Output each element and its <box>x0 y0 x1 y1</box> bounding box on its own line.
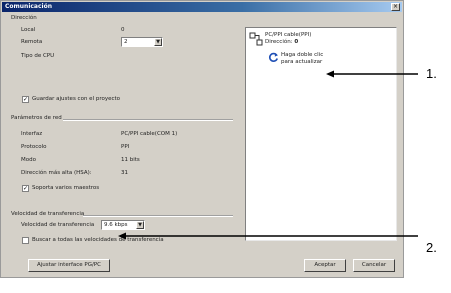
annotation-arrows <box>118 70 418 240</box>
callout-2-label: 2. <box>426 240 437 255</box>
callout-2-arrowhead <box>118 232 126 240</box>
callout-1-arrowhead <box>326 70 334 78</box>
callout-1-label: 1. <box>426 66 437 81</box>
